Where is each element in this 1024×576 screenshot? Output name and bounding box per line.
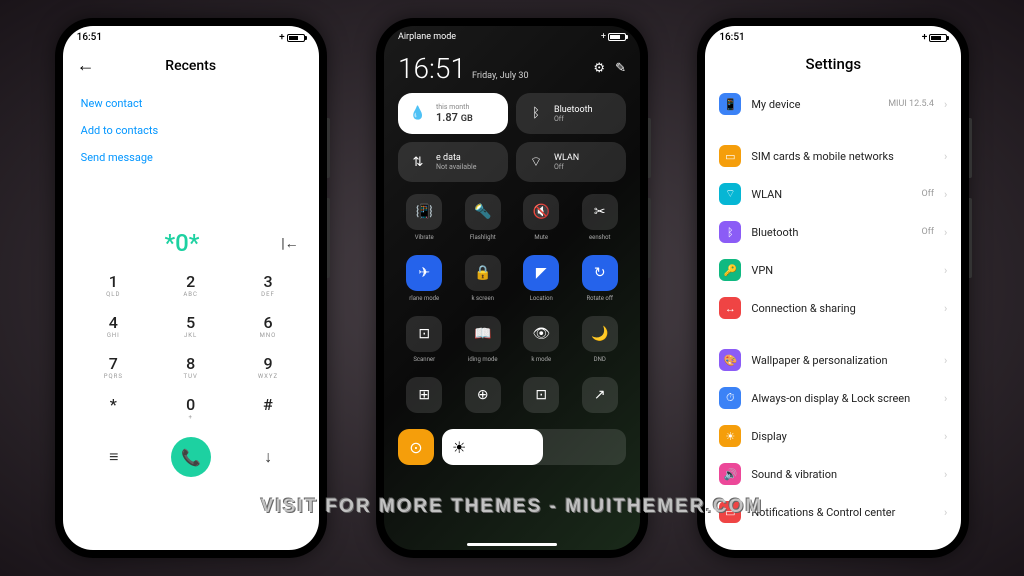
battery-icon: + [601,32,626,42]
setting-connection-sharing[interactable]: ↔Connection & sharing› [719,289,947,327]
setting-wallpaper-personalization[interactable]: 🎨Wallpaper & personalization› [719,341,947,379]
setting-vpn[interactable]: 🔑VPN› [719,251,947,289]
keypad-key-#[interactable]: # [229,388,306,429]
setting-sim-cards-mobile-networks[interactable]: ▭SIM cards & mobile networks› [719,137,947,175]
toggle-scanner[interactable]: ⊡Scanner [398,312,451,367]
auto-brightness-button[interactable]: ⊙ [398,429,434,465]
setting-sound-vibration[interactable]: 🔊Sound & vibration› [719,455,947,493]
keypad-key-2[interactable]: 2ABC [152,265,229,306]
setting-my-device[interactable]: 📱My deviceMIUI 12.5.4› [719,85,947,123]
setting-wlan[interactable]: ⌔WLANOff› [719,175,947,213]
clock: 16:51 [398,52,466,85]
call-button[interactable]: 📞 [171,437,211,477]
action-link[interactable]: Add to contacts [81,117,301,144]
collapse-icon[interactable]: ↓ [264,447,272,467]
toggle-mute[interactable]: 🔇Mute [515,190,568,245]
keypad-key-3[interactable]: 3DEF [229,265,306,306]
page-title: Recents [103,58,279,74]
keypad-key-5[interactable]: 5JKL [152,306,229,347]
setting-display[interactable]: ☀Display› [719,417,947,455]
setting-bluetooth[interactable]: ᛒBluetoothOff› [719,213,947,251]
date: Friday, July 30 [472,71,529,81]
toggle-[interactable]: ⊞ [398,373,451,421]
keypad-key-1[interactable]: 1QLD [75,265,152,306]
brightness-slider[interactable]: ☀ [442,429,626,465]
toggle-[interactable]: ⊡ [515,373,568,421]
keypad-key-*[interactable]: * [75,388,152,429]
statusbar-time: 16:51 [719,32,744,43]
battery-icon: + [922,32,948,43]
toggle-k-mode[interactable]: 👁k mode [515,312,568,367]
keypad-key-4[interactable]: 4GHI [75,306,152,347]
toggle-eenshot[interactable]: ✂eenshot [573,190,626,245]
keypad-key-9[interactable]: 9WXYZ [229,347,306,388]
action-link[interactable]: Send message [81,144,301,171]
page-title: Settings [705,49,961,85]
phone-control-center: Airplane mode + 16:51 Friday, July 30 ⚙ … [376,18,648,558]
statusbar: 16:51 + [63,26,319,49]
edit-icon[interactable]: ✎ [615,61,626,76]
keypad-key-8[interactable]: 8TUV [152,347,229,388]
toggle-vibrate[interactable]: 📳Vibrate [398,190,451,245]
toggle-[interactable]: ⊕ [456,373,509,421]
action-link[interactable]: New contact [81,90,301,117]
toggle-dnd[interactable]: 🌙DND [573,312,626,367]
setting-notifications-control-center[interactable]: ▭Notifications & Control center› [719,493,947,531]
gear-icon[interactable]: ⚙ [593,61,605,76]
toggle-rotate-off[interactable]: ↻Rotate off [573,251,626,306]
backspace-icon[interactable]: |← [281,235,298,252]
statusbar-time: 16:51 [77,32,102,43]
statusbar: 16:51 + [705,26,961,49]
keypad-key-0[interactable]: 0+ [152,388,229,429]
toggle-flashlight[interactable]: 🔦Flashlight [456,190,509,245]
phone-settings: 16:51 + Settings 📱My deviceMIUI 12.5.4› ▭… [697,18,969,558]
tile-bluetooth[interactable]: ᛒBluetoothOff [516,93,626,134]
toggle-rlane-mode[interactable]: ✈rlane mode [398,251,451,306]
toggle-location[interactable]: ◤Location [515,251,568,306]
keypad-key-7[interactable]: 7PQRS [75,347,152,388]
keypad-key-6[interactable]: 6MNO [229,306,306,347]
airplane-mode-label: Airplane mode [398,32,456,42]
phone-dialer: 16:51 + ← Recents New contactAdd to cont… [55,18,327,558]
tile-e-data[interactable]: ⇅e dataNot available [398,142,508,182]
tile-this-month[interactable]: 💧this month1.87 GB [398,93,508,134]
menu-icon[interactable]: ≡ [109,447,118,467]
dialed-number: *0* [83,229,282,257]
battery-icon: + [279,32,305,43]
tile-wlan[interactable]: ⌔WLANOff [516,142,626,182]
toggle-[interactable]: ↗ [573,373,626,421]
home-indicator[interactable] [467,543,557,546]
setting-always-on-display-lock-screen[interactable]: ⏱Always-on display & Lock screen› [719,379,947,417]
back-icon[interactable]: ← [77,55,95,76]
toggle-k-screen[interactable]: 🔒k screen [456,251,509,306]
toggle-iding-mode[interactable]: 📖iding mode [456,312,509,367]
